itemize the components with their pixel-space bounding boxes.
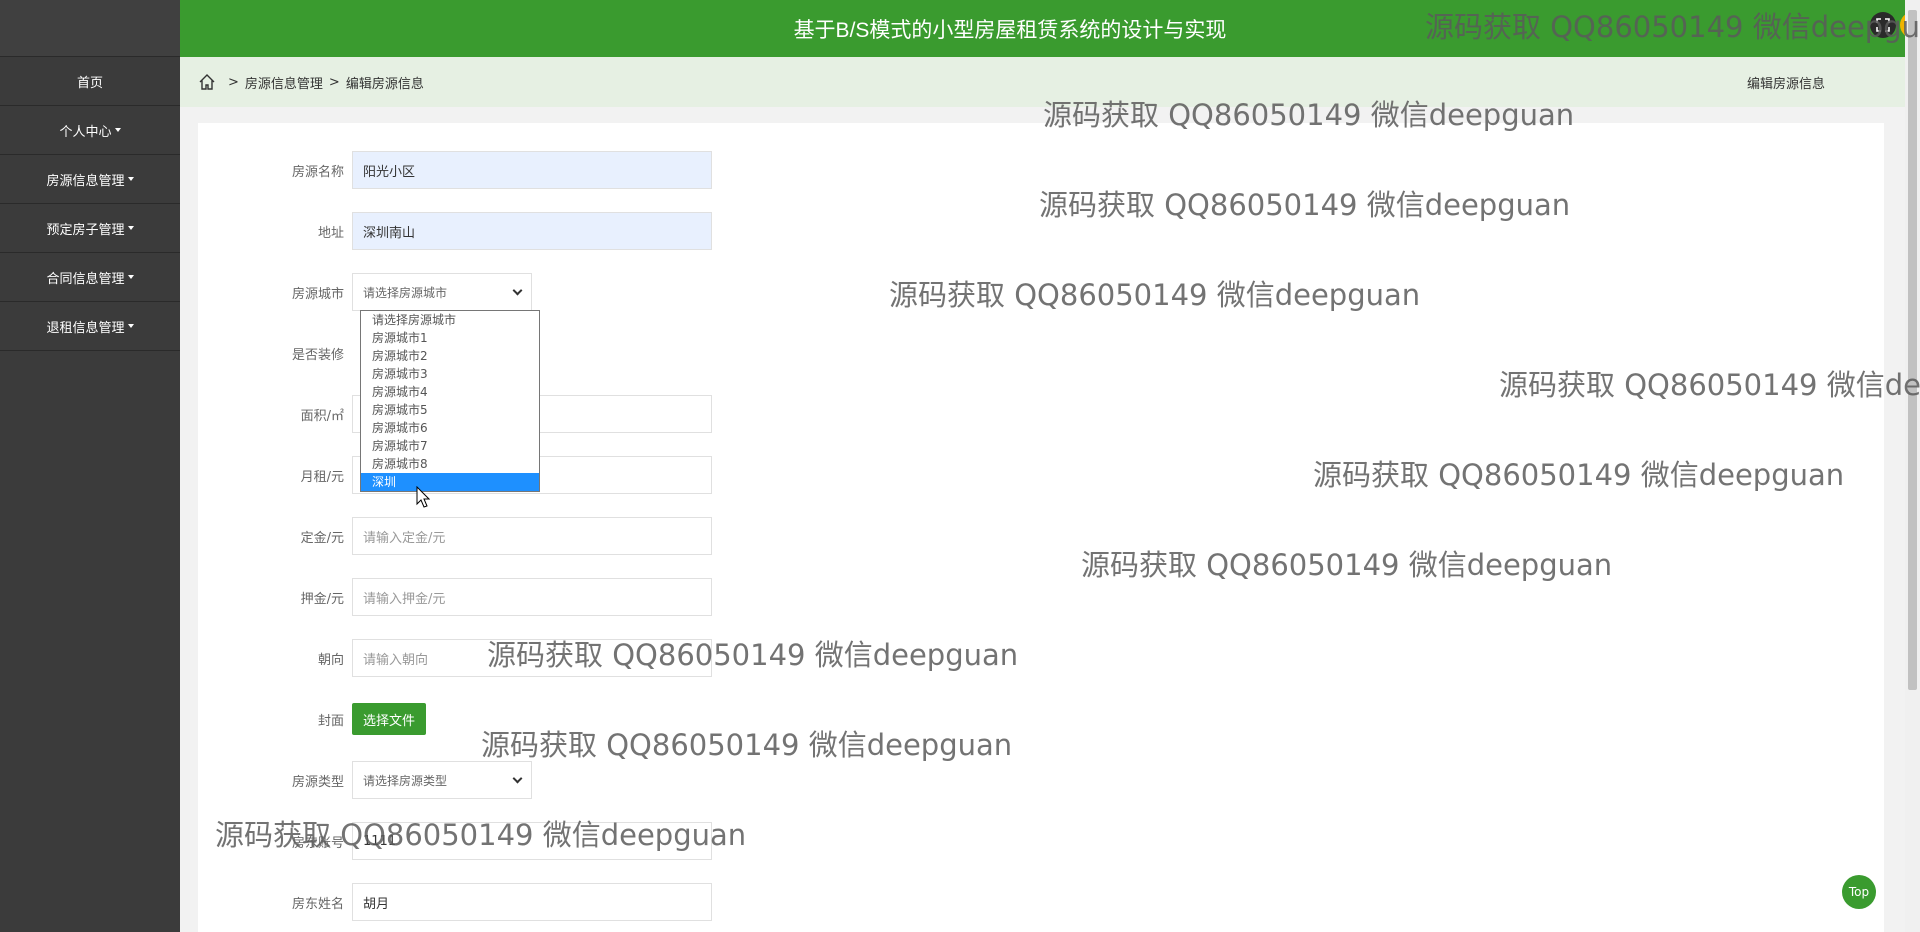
field-label: 房源城市 — [291, 286, 344, 302]
scrollbar-thumb[interactable] — [1908, 10, 1917, 690]
form-row-landlord-name: 房东姓名 胡月 — [198, 883, 712, 921]
type-select[interactable]: 请选择房源类型 — [352, 761, 532, 799]
city-dropdown-list: 请选择房源城市 房源城市1 房源城市2 房源城市3 房源城市4 房源城市5 房源… — [360, 310, 540, 492]
top-header: 基于B/S模式的小型房屋租赁系统的设计与实现 — [180, 0, 1920, 57]
dropdown-option[interactable]: 房源城市7 — [361, 437, 539, 455]
edit-form-card: 房源名称 阳光小区 地址 深圳南山 房源城市 请选择房源城市 是否装修 面积/㎡… — [198, 123, 1884, 932]
sidebar-item-label: 个人中心 — [59, 124, 112, 140]
field-label: 地址 — [317, 225, 344, 241]
sidebar-item-label: 合同信息管理 — [46, 271, 125, 287]
form-row-type: 房源类型 请选择房源类型 — [198, 761, 532, 799]
breadcrumb-item-current: 编辑房源信息 — [345, 76, 424, 92]
sidebar-item-label: 首页 — [76, 75, 103, 91]
form-row-name: 房源名称 阳光小区 — [198, 151, 712, 189]
orientation-input[interactable]: 请输入朝向 — [352, 639, 712, 677]
form-row-deposit: 定金/元 请输入定金/元 — [198, 517, 712, 555]
caret-down-icon — [127, 275, 134, 279]
caret-down-icon — [114, 128, 121, 132]
caret-down-icon — [127, 324, 134, 328]
breadcrumb-separator: > — [328, 74, 340, 90]
form-row-guarantee: 押金/元 请输入押金/元 — [198, 578, 712, 616]
form-row-city: 房源城市 请选择房源城市 — [198, 273, 532, 311]
house-name-input[interactable]: 阳光小区 — [352, 151, 712, 189]
chevron-down-icon — [512, 773, 523, 783]
dropdown-option[interactable]: 房源城市8 — [361, 455, 539, 473]
field-label: 房东姓名 — [291, 896, 344, 912]
form-row-orientation: 朝向 请输入朝向 — [198, 639, 712, 677]
fullscreen-icon[interactable] — [1870, 12, 1896, 38]
caret-down-icon — [127, 226, 134, 230]
mouse-cursor-icon — [416, 486, 430, 508]
field-label: 是否装修 — [291, 347, 344, 363]
field-label: 朝向 — [317, 652, 344, 668]
sidebar-item-house-info[interactable]: 房源信息管理 — [0, 155, 180, 204]
field-label: 押金/元 — [300, 591, 344, 607]
sidebar-item-checkout[interactable]: 退租信息管理 — [0, 302, 180, 351]
field-label: 封面 — [317, 713, 344, 729]
dropdown-option[interactable]: 请选择房源城市 — [361, 311, 539, 329]
dropdown-option[interactable]: 房源城市5 — [361, 401, 539, 419]
page-title: 基于B/S模式的小型房屋租赁系统的设计与实现 — [793, 18, 1227, 42]
form-row-decorated: 是否装修 — [198, 334, 352, 372]
sidebar-item-personal-center[interactable]: 个人中心 — [0, 106, 180, 155]
form-row-address: 地址 深圳南山 — [198, 212, 712, 250]
breadcrumb-separator: > — [228, 74, 239, 90]
breadcrumb: > 房源信息管理 > 编辑房源信息 编辑房源信息 — [180, 57, 1905, 107]
address-input[interactable]: 深圳南山 — [352, 212, 712, 250]
city-select[interactable]: 请选择房源城市 — [352, 273, 532, 311]
sidebar-item-booking[interactable]: 预定房子管理 — [0, 204, 180, 253]
dropdown-option[interactable]: 房源城市1 — [361, 329, 539, 347]
dropdown-option[interactable]: 房源城市3 — [361, 365, 539, 383]
breadcrumb-right-label: 编辑房源信息 — [1746, 76, 1825, 92]
back-to-top-button[interactable]: Top — [1842, 875, 1876, 909]
form-row-landlord-account: 房东账号 1111 — [198, 822, 712, 860]
sidebar-item-label: 预定房子管理 — [46, 222, 125, 238]
dropdown-option[interactable]: 房源城市4 — [361, 383, 539, 401]
sidebar: 首页 个人中心 房源信息管理 预定房子管理 合同信息管理 退租信息管理 — [0, 0, 180, 932]
home-icon[interactable] — [198, 73, 216, 91]
form-row-cover: 封面 选择文件 — [198, 700, 427, 738]
landlord-account-input[interactable]: 1111 — [352, 822, 712, 860]
dropdown-option[interactable]: 房源城市2 — [361, 347, 539, 365]
sidebar-item-label: 退租信息管理 — [46, 320, 125, 336]
field-label: 定金/元 — [300, 530, 344, 546]
sidebar-item-label: 房源信息管理 — [46, 173, 125, 189]
landlord-name-input[interactable]: 胡月 — [352, 883, 712, 921]
dropdown-option[interactable]: 房源城市6 — [361, 419, 539, 437]
caret-down-icon — [127, 177, 134, 181]
field-label: 房源类型 — [291, 774, 344, 790]
sidebar-logo-area — [0, 0, 180, 57]
sidebar-item-contract[interactable]: 合同信息管理 — [0, 253, 180, 302]
chevron-down-icon — [512, 285, 523, 295]
field-label: 房东账号 — [291, 835, 344, 851]
sidebar-item-home[interactable]: 首页 — [0, 57, 180, 106]
field-label: 月租/元 — [300, 469, 344, 485]
page-scrollbar[interactable] — [1905, 0, 1920, 932]
deposit-input[interactable]: 请输入定金/元 — [352, 517, 712, 555]
breadcrumb-item[interactable]: 房源信息管理 — [245, 73, 323, 92]
guarantee-input[interactable]: 请输入押金/元 — [352, 578, 712, 616]
choose-file-button[interactable]: 选择文件 — [352, 703, 427, 735]
type-select-value: 请选择房源类型 — [363, 773, 448, 788]
field-label: 面积/㎡ — [300, 408, 344, 424]
city-select-value: 请选择房源城市 — [363, 285, 448, 300]
field-label: 房源名称 — [291, 164, 344, 180]
dropdown-option-highlighted[interactable]: 深圳 — [361, 473, 539, 491]
